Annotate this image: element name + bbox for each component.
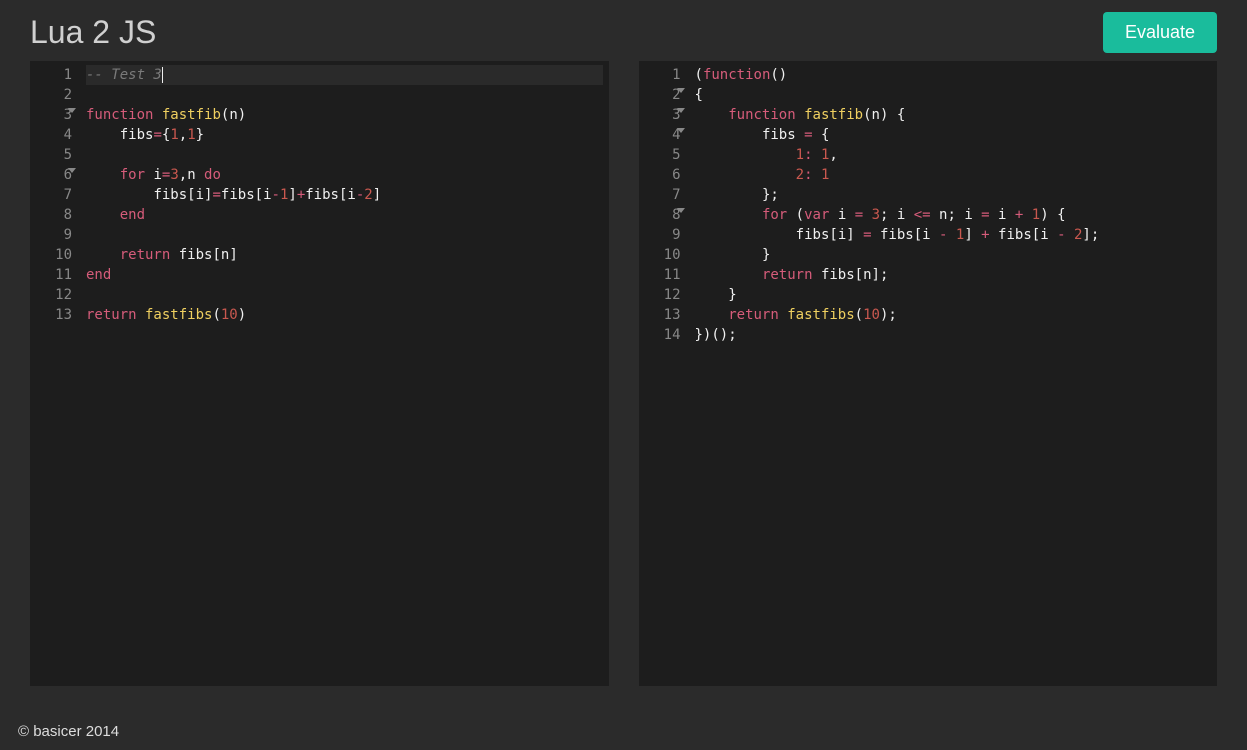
code-line[interactable]: function fastfib(n) { — [695, 105, 1212, 125]
line-number: 13 — [643, 305, 681, 325]
gutter: 12345678910111213 — [30, 61, 80, 686]
fold-icon[interactable] — [68, 168, 76, 173]
code-line[interactable]: 2: 1 — [695, 165, 1212, 185]
code-line[interactable]: fibs={1,1} — [86, 125, 603, 145]
gutter: 1234567891011121314 — [639, 61, 689, 686]
line-number: 8 — [643, 205, 681, 225]
line-number: 9 — [34, 225, 72, 245]
code-line[interactable]: -- Test 3 — [86, 65, 603, 85]
line-number: 7 — [643, 185, 681, 205]
code-line[interactable]: } — [695, 245, 1212, 265]
js-editor[interactable]: 1234567891011121314(function(){ function… — [639, 61, 1218, 686]
code-line[interactable] — [86, 225, 603, 245]
code-line[interactable]: function fastfib(n) — [86, 105, 603, 125]
line-number: 2 — [34, 85, 72, 105]
line-number: 12 — [643, 285, 681, 305]
line-number: 4 — [643, 125, 681, 145]
code-line[interactable]: return fibs[n] — [86, 245, 603, 265]
code-line[interactable]: for (var i = 3; i <= n; i = i + 1) { — [695, 205, 1212, 225]
line-number: 6 — [643, 165, 681, 185]
code-line[interactable] — [86, 145, 603, 165]
code-line[interactable]: }; — [695, 185, 1212, 205]
line-number: 1 — [34, 65, 72, 85]
line-number: 13 — [34, 305, 72, 325]
code-line[interactable]: } — [695, 285, 1212, 305]
code-line[interactable]: 1: 1, — [695, 145, 1212, 165]
code-line[interactable]: })(); — [695, 325, 1212, 345]
code-area[interactable]: -- Test 3function fastfib(n) fibs={1,1} … — [80, 61, 609, 686]
text-cursor — [162, 67, 163, 83]
line-number: 12 — [34, 285, 72, 305]
code-area[interactable]: (function(){ function fastfib(n) { fibs … — [689, 61, 1218, 686]
code-line[interactable]: end — [86, 205, 603, 225]
line-number: 5 — [643, 145, 681, 165]
line-number: 5 — [34, 145, 72, 165]
evaluate-button[interactable]: Evaluate — [1103, 12, 1217, 53]
line-number: 11 — [34, 265, 72, 285]
line-number: 1 — [643, 65, 681, 85]
line-number: 10 — [643, 245, 681, 265]
fold-icon[interactable] — [677, 208, 685, 213]
fold-icon[interactable] — [677, 128, 685, 133]
line-number: 9 — [643, 225, 681, 245]
fold-icon[interactable] — [677, 88, 685, 93]
line-number: 4 — [34, 125, 72, 145]
code-line[interactable]: end — [86, 265, 603, 285]
line-number: 2 — [643, 85, 681, 105]
lua-editor[interactable]: 12345678910111213-- Test 3function fastf… — [30, 61, 609, 686]
line-number: 7 — [34, 185, 72, 205]
footer-copyright: © basicer 2014 — [18, 723, 119, 740]
line-number: 11 — [643, 265, 681, 285]
editors-container: 12345678910111213-- Test 3function fastf… — [0, 61, 1247, 686]
code-line[interactable] — [86, 285, 603, 305]
code-line[interactable] — [86, 85, 603, 105]
line-number: 8 — [34, 205, 72, 225]
line-number: 14 — [643, 325, 681, 345]
line-number: 3 — [643, 105, 681, 125]
code-line[interactable]: return fibs[n]; — [695, 265, 1212, 285]
line-number: 6 — [34, 165, 72, 185]
line-number: 10 — [34, 245, 72, 265]
header: Lua 2 JS Evaluate — [0, 0, 1247, 61]
page-title: Lua 2 JS — [30, 14, 156, 51]
code-line[interactable]: fibs = { — [695, 125, 1212, 145]
code-line[interactable]: return fastfibs(10) — [86, 305, 603, 325]
fold-icon[interactable] — [677, 108, 685, 113]
line-number: 3 — [34, 105, 72, 125]
code-line[interactable]: { — [695, 85, 1212, 105]
code-line[interactable]: (function() — [695, 65, 1212, 85]
code-line[interactable]: fibs[i]=fibs[i-1]+fibs[i-2] — [86, 185, 603, 205]
code-line[interactable]: return fastfibs(10); — [695, 305, 1212, 325]
fold-icon[interactable] — [68, 108, 76, 113]
code-line[interactable]: fibs[i] = fibs[i - 1] + fibs[i - 2]; — [695, 225, 1212, 245]
code-line[interactable]: for i=3,n do — [86, 165, 603, 185]
